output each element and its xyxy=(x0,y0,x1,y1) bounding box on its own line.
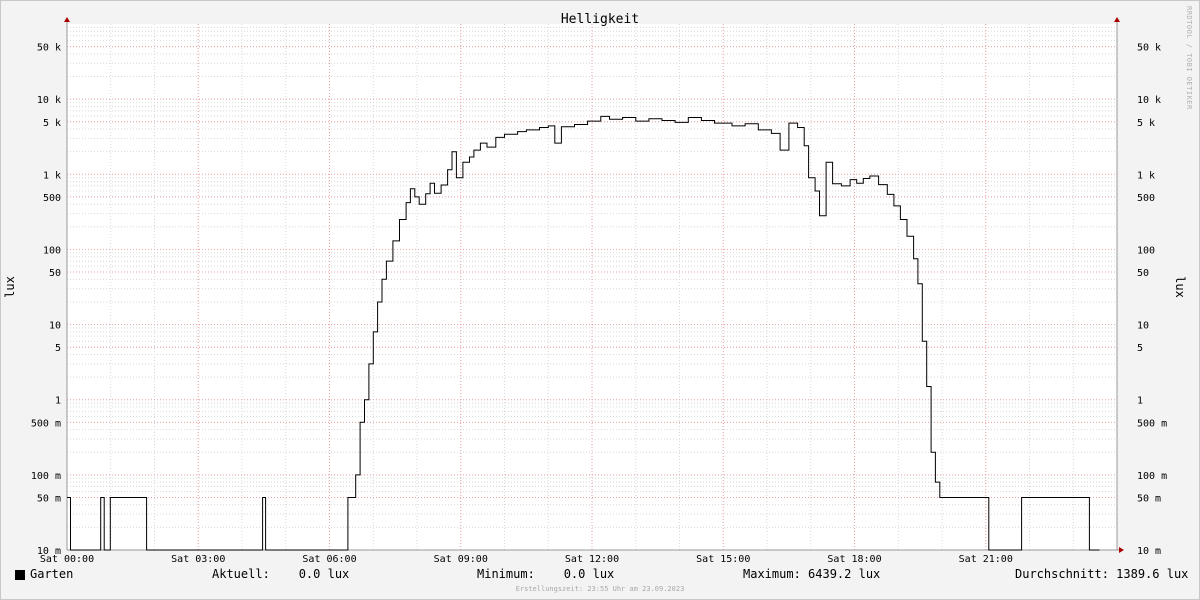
y-tick-label-left: 1 k xyxy=(43,170,61,181)
x-axis-arrow xyxy=(1119,547,1124,553)
x-tick-label: Sat 00:00 xyxy=(40,554,94,565)
footer-timestamp: Erstellungszeit: 23:55 Uhr am 23.09.2023 xyxy=(515,585,685,593)
x-tick-label: Sat 18:00 xyxy=(827,554,881,565)
x-tick-label: Sat 03:00 xyxy=(171,554,225,565)
legend-series-name: Garten xyxy=(30,567,74,581)
y-tick-label-left: 10 xyxy=(49,321,61,332)
y-tick-label-left: 500 xyxy=(43,193,61,204)
y-tick-label-right: 50 k xyxy=(1137,43,1161,54)
legend-swatch xyxy=(15,570,25,580)
legend: Garten Aktuell: 0.0 lux Minimum: 0.0 lux… xyxy=(0,567,1200,585)
y-tick-label-left: 100 m xyxy=(31,471,61,482)
y-tick-label-right: 1 k xyxy=(1137,170,1155,181)
y-tick-label-right: 5 k xyxy=(1137,118,1155,129)
chart: 10 m 10 m50 m 50 m100 m 100 m500 m 500 m1 15 5… xyxy=(3,6,1193,565)
y-tick-label-right: 1 xyxy=(1137,396,1143,407)
x-tick-label: Sat 09:00 xyxy=(434,554,488,565)
watermark: RRDTOOL / TOBI OETIKER xyxy=(1185,6,1193,110)
y-tick-label-right: 10 k xyxy=(1137,95,1161,106)
y-tick-label-left: 5 xyxy=(55,343,61,354)
y-tick-label-left: 500 m xyxy=(31,418,61,429)
y-tick-label-left: 10 k xyxy=(37,95,61,106)
stat-average: Durchschnitt: 1389.6 lux xyxy=(1015,567,1189,581)
y-tick-label-left: 50 k xyxy=(37,43,61,54)
y-axis-arrow-right xyxy=(1114,17,1120,22)
y-tick-label-right: 50 m xyxy=(1137,493,1161,504)
y-tick-label-right: 500 xyxy=(1137,193,1155,204)
y-tick-label-right: 500 m xyxy=(1137,418,1167,429)
y-tick-label-right: 50 xyxy=(1137,268,1149,279)
y-tick-label-right: 10 xyxy=(1137,321,1149,332)
stat-maximum: Maximum: 6439.2 lux xyxy=(743,567,881,581)
y-tick-label-right: 100 xyxy=(1137,245,1155,256)
y-axis-title-right: lux xyxy=(1173,276,1187,298)
y-tick-label-right: 100 m xyxy=(1137,471,1167,482)
stat-current: Aktuell: 0.0 lux xyxy=(212,567,350,581)
y-axis-arrow-left xyxy=(64,17,70,22)
y-tick-label-left: 1 xyxy=(55,396,61,407)
y-tick-label-left: 50 xyxy=(49,268,61,279)
y-tick-label-right: 10 m xyxy=(1137,546,1161,557)
x-tick-label: Sat 06:00 xyxy=(302,554,356,565)
stat-minimum: Minimum: 0.0 lux xyxy=(477,567,615,581)
y-tick-label-left: 5 k xyxy=(43,118,61,129)
y-axis-title-left: lux xyxy=(3,276,17,298)
x-tick-label: Sat 15:00 xyxy=(696,554,750,565)
chart-title: Helligkeit xyxy=(561,12,639,27)
x-tick-label: Sat 12:00 xyxy=(565,554,619,565)
x-tick-label: Sat 21:00 xyxy=(959,554,1013,565)
y-tick-label-left: 100 xyxy=(43,245,61,256)
y-tick-label-right: 5 xyxy=(1137,343,1143,354)
y-tick-label-left: 50 m xyxy=(37,493,61,504)
